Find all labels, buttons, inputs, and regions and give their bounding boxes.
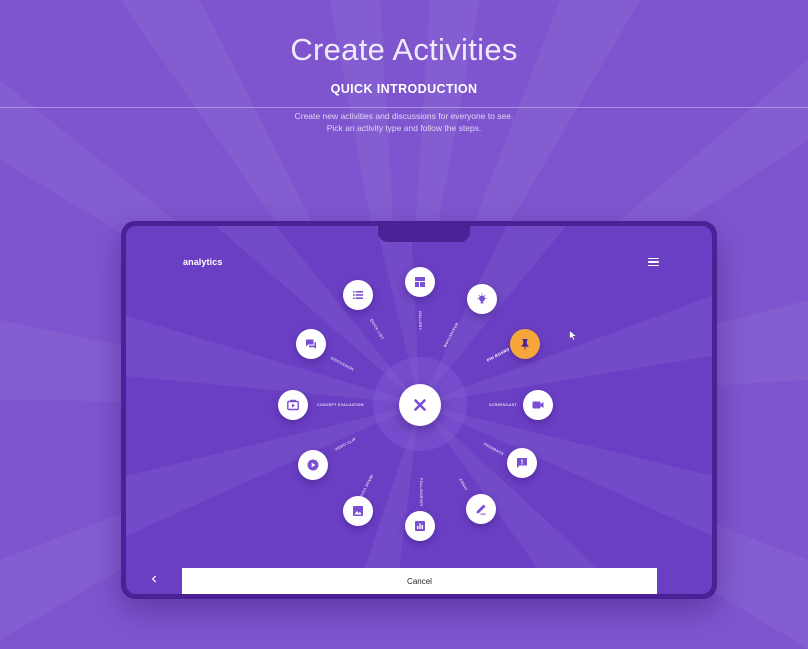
page-description: Create new activities and discussions fo… <box>0 110 808 134</box>
tablet-device: analytics GALLERY BRAINSTORM PIN BOARD S… <box>121 221 717 599</box>
option-gallery-label: GALLERY <box>418 311 422 331</box>
option-concept-evaluation-label: CONCEPT EVALUATION <box>317 403 364 407</box>
hamburger-menu-icon <box>647 261 659 263</box>
option-video-clip-button[interactable] <box>298 450 328 480</box>
app-screen: analytics GALLERY BRAINSTORM PIN BOARD S… <box>126 226 712 594</box>
lightbulb-icon <box>477 293 487 304</box>
header-divider <box>0 107 808 108</box>
slideshow-icon <box>287 399 299 411</box>
menu-button[interactable] <box>645 254 661 270</box>
option-essay-button[interactable] <box>466 494 496 524</box>
description-line-1: Create new activities and discussions fo… <box>294 111 514 121</box>
pin-icon <box>521 339 529 350</box>
hamburger-menu-icon <box>647 264 659 267</box>
option-discussion-button[interactable] <box>296 329 326 359</box>
option-screencast-label: SCREENCAST <box>489 403 517 407</box>
option-concept-evaluation-button[interactable] <box>278 390 308 420</box>
page-title: Create Activities <box>290 32 518 67</box>
videocam-icon <box>532 401 544 409</box>
bar-chart-icon <box>415 521 425 531</box>
hamburger-menu-icon <box>647 257 659 260</box>
cancel-button[interactable]: Cancel <box>182 568 657 594</box>
option-pin-board-button[interactable] <box>510 329 540 359</box>
page-subtitle: QUICK INTRODUCTION <box>330 82 478 96</box>
chevron-left-icon <box>151 575 156 583</box>
option-poll-button[interactable] <box>405 511 435 541</box>
chat-bubble-icon <box>306 339 316 349</box>
option-quick-list-button[interactable] <box>343 280 373 310</box>
description-line-2: Pick an activity type and follow the ste… <box>326 123 482 133</box>
image-icon <box>353 506 363 516</box>
pencil-icon <box>476 504 486 515</box>
option-brainstorm-button[interactable] <box>467 284 497 314</box>
option-gallery-button[interactable] <box>405 267 435 297</box>
app-logo: analytics <box>183 257 223 267</box>
close-button[interactable] <box>399 384 441 426</box>
option-feedback-button[interactable] <box>507 448 537 478</box>
device-notch <box>378 226 470 242</box>
close-x-icon <box>414 399 426 411</box>
back-button[interactable] <box>148 573 160 585</box>
mouse-cursor-icon <box>569 330 578 341</box>
feedback-message-icon <box>517 458 527 468</box>
option-poll-label: POLL/SURVEY <box>419 478 423 507</box>
list-icon <box>353 291 363 299</box>
play-circle-icon <box>307 459 319 471</box>
dashboard-layout-icon <box>415 277 425 287</box>
option-screencast-button[interactable] <box>523 390 553 420</box>
